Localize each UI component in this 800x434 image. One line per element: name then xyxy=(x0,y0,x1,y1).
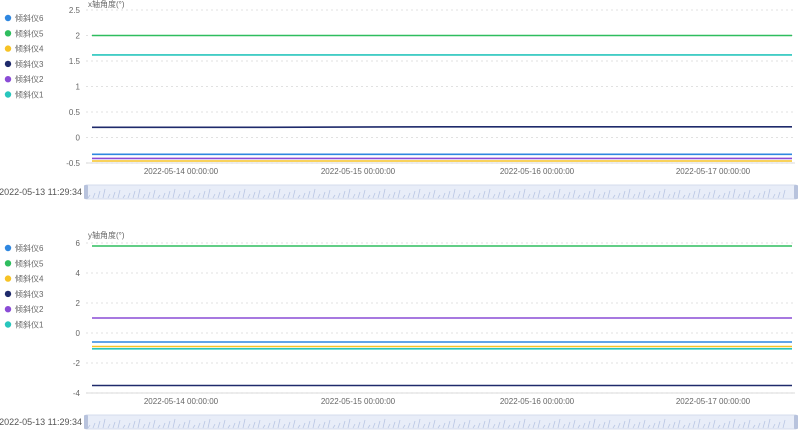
y-tick-label: 2 xyxy=(76,299,81,308)
slider-start-label: 2022-05-13 11:29:34 xyxy=(0,417,82,427)
legend-label[interactable]: 倾斜仪6 xyxy=(15,243,44,253)
series-line-倾斜仪3 xyxy=(92,126,792,129)
slider-start-label: 2022-05-13 11:29:34 xyxy=(0,187,82,197)
y-tick-label: -2 xyxy=(73,359,81,368)
y-tick-label: 1 xyxy=(76,83,81,92)
legend-marker[interactable] xyxy=(4,30,12,37)
legend-marker[interactable] xyxy=(4,76,12,83)
legend-label[interactable]: 倾斜仪2 xyxy=(15,304,44,314)
y-tick-label: 1.5 xyxy=(69,57,81,66)
legend-marker[interactable] xyxy=(4,321,12,328)
legend-marker[interactable] xyxy=(4,14,12,22)
slider-handle-left[interactable] xyxy=(84,415,88,429)
legend-label[interactable]: 倾斜仪3 xyxy=(15,289,44,299)
data-zoom-slider[interactable] xyxy=(85,184,797,200)
y-tick-label: 2 xyxy=(76,32,81,41)
legend-label[interactable]: 倾斜仪5 xyxy=(15,28,44,38)
legend-label[interactable]: 倾斜仪5 xyxy=(15,258,44,268)
x-tick-label: 2022-05-14 00:00:00 xyxy=(144,397,219,406)
legend-marker[interactable] xyxy=(4,244,12,252)
legend-label[interactable]: 倾斜仪1 xyxy=(15,90,44,100)
legend-marker[interactable] xyxy=(4,45,12,52)
legend-marker[interactable] xyxy=(4,290,12,298)
x-tick-label: 2022-05-15 00:00:00 xyxy=(321,167,396,176)
y-tick-label: 2.5 xyxy=(69,6,81,15)
y-tick-label: 6 xyxy=(76,239,81,248)
chart-stage: 倾斜仪6 倾斜仪5 倾斜仪4 倾斜仪3 倾斜仪2 倾斜仪1 x轴角度(°) 2.5 2 1.5 1 0… xyxy=(0,0,800,434)
legend-label[interactable]: 倾斜仪6 xyxy=(15,13,44,23)
legend-marker[interactable] xyxy=(4,60,12,68)
y-tick-label: 0.5 xyxy=(69,108,81,117)
y-axis-label: y轴角度(°) xyxy=(88,230,125,240)
y-tick-label: -0.5 xyxy=(66,159,80,168)
legend-marker[interactable] xyxy=(4,275,12,282)
legend-label[interactable]: 倾斜仪3 xyxy=(15,59,44,69)
data-zoom-slider[interactable] xyxy=(85,414,797,430)
tilt-charts-svg: 倾斜仪6 倾斜仪5 倾斜仪4 倾斜仪3 倾斜仪2 倾斜仪1 x轴角度(°) 2.5 2 1.5 1 0… xyxy=(0,0,798,430)
y-axis-label: x轴角度(°) xyxy=(88,0,125,9)
x-tick-label: 2022-05-14 00:00:00 xyxy=(144,167,219,176)
x-tick-label: 2022-05-16 00:00:00 xyxy=(500,167,575,176)
slider-handle-left[interactable] xyxy=(84,185,88,199)
slider-handle-right[interactable] xyxy=(794,185,798,199)
legend-label[interactable]: 倾斜仪4 xyxy=(15,274,44,284)
slider-handle-right[interactable] xyxy=(794,415,798,429)
legend-marker[interactable] xyxy=(4,91,12,98)
x-tick-label: 2022-05-16 00:00:00 xyxy=(500,397,575,406)
y-tick-label: 0 xyxy=(76,134,81,143)
y-tick-label: 4 xyxy=(76,269,81,278)
x-tick-label: 2022-05-17 00:00:00 xyxy=(676,167,751,176)
legend-label[interactable]: 倾斜仪1 xyxy=(15,320,44,330)
y-tick-label: -4 xyxy=(73,389,81,398)
legend-marker[interactable] xyxy=(4,306,12,313)
legend-label[interactable]: 倾斜仪2 xyxy=(15,74,44,84)
legend-marker[interactable] xyxy=(4,260,12,267)
y-tick-label: 0 xyxy=(76,329,81,338)
legend-label[interactable]: 倾斜仪4 xyxy=(15,44,44,54)
x-tick-label: 2022-05-15 00:00:00 xyxy=(321,397,396,406)
x-tick-label: 2022-05-17 00:00:00 xyxy=(676,397,751,406)
